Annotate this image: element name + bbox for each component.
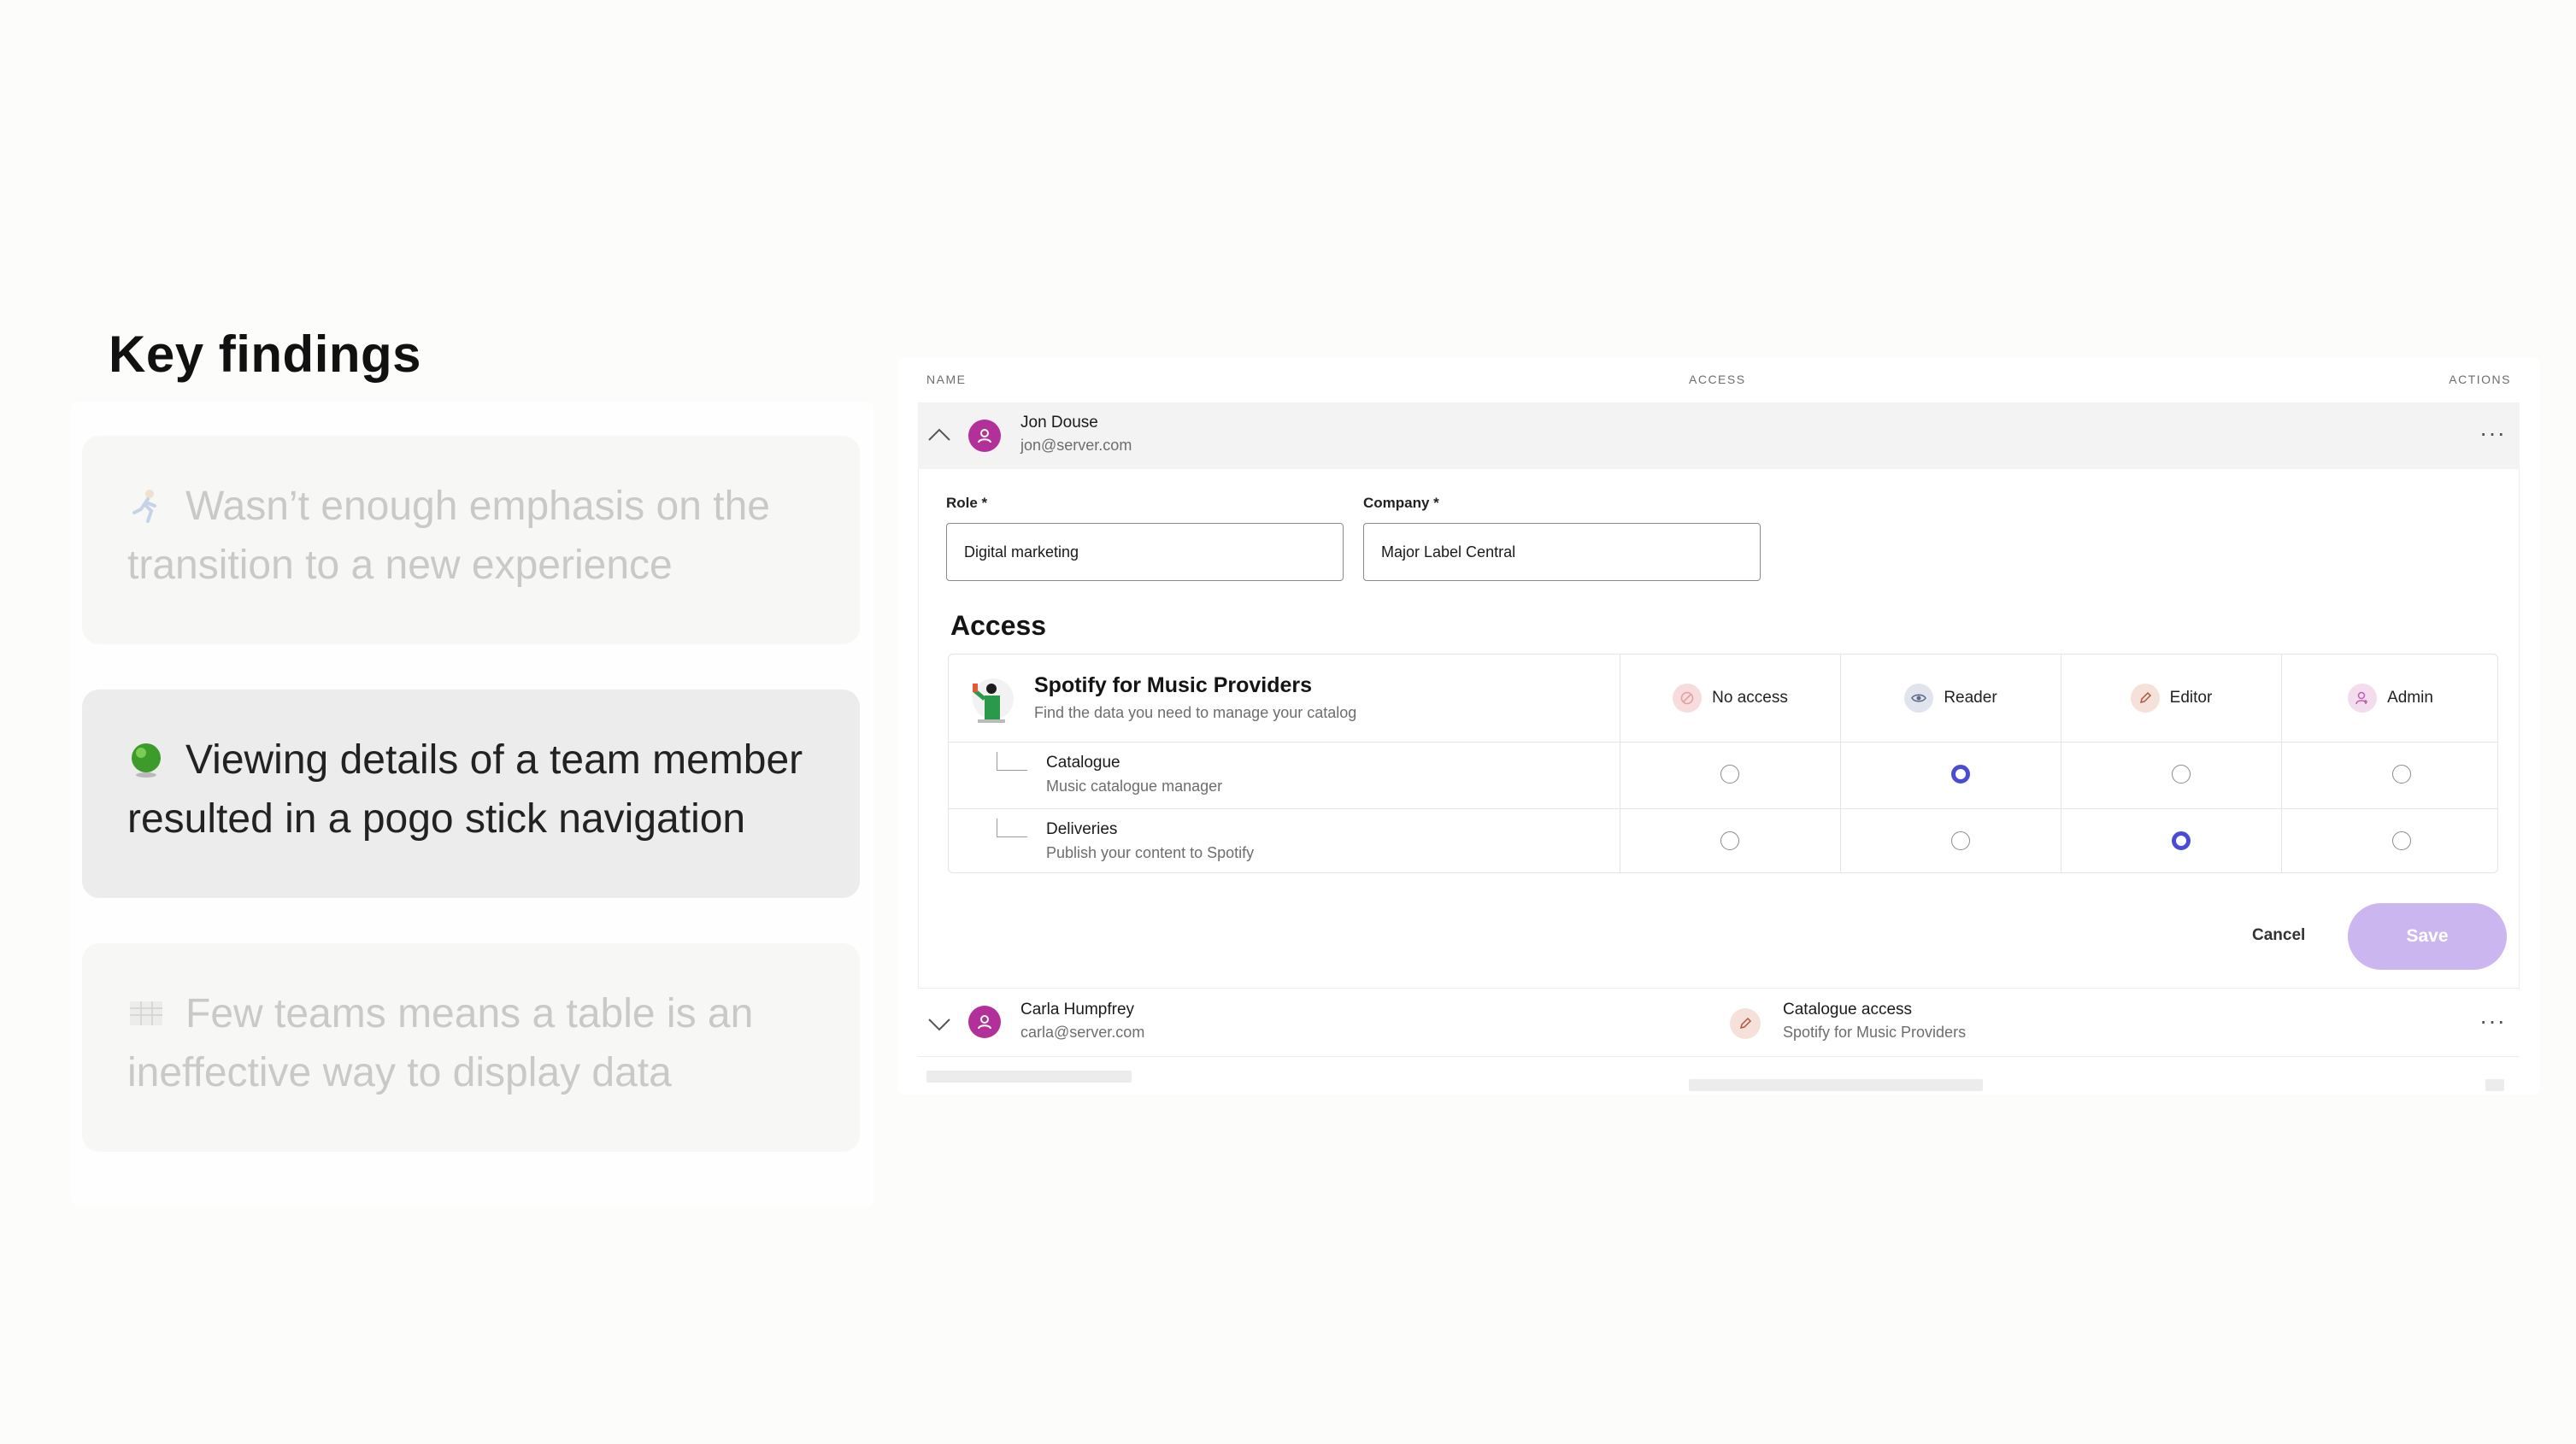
findings-panel: Wasn’t enough emphasis on the transition… <box>71 402 874 1206</box>
level-header-reader: Reader <box>1841 654 2061 742</box>
pencil-icon <box>1730 1008 1761 1039</box>
green-ball-emoji-icon <box>127 741 165 778</box>
table-emoji-icon <box>127 995 165 1032</box>
member-email: jon@server.com <box>1020 437 1132 454</box>
finding-card-pogo-stick[interactable]: Viewing details of a team member resulte… <box>82 690 860 898</box>
product-title: Spotify for Music Providers <box>1034 673 1313 697</box>
avatar <box>968 420 1001 452</box>
chevron-up-icon[interactable] <box>926 423 952 449</box>
skeleton-placeholder <box>2485 1079 2504 1091</box>
access-section-title: Access <box>950 610 1047 641</box>
level-header-no-access: No access <box>1620 654 1840 742</box>
avatar <box>968 1006 1001 1038</box>
table-row-jon-douse[interactable]: Jon Douse jon@server.com ··· <box>918 402 2520 469</box>
no-access-icon <box>1673 684 1703 713</box>
member-email: carla@server.com <box>1020 1024 1145 1041</box>
sub-item-desc: Publish your content to Spotify <box>1046 844 1255 861</box>
column-header-actions: ACTIONS <box>2449 373 2511 386</box>
more-actions-icon[interactable]: ··· <box>2479 421 2506 445</box>
table-row-carla-humpfrey[interactable]: Carla Humpfrey carla@server.com Catalogu… <box>918 989 2520 1057</box>
sub-item-title: Catalogue <box>1046 754 1120 772</box>
access-summary-title: Catalogue access <box>1783 1001 1913 1018</box>
admin-user-icon <box>2348 684 2378 713</box>
access-permissions-grid: Spotify for Music Providers Find the dat… <box>948 654 2498 873</box>
pencil-icon <box>2130 684 2160 713</box>
runner-emoji-icon <box>127 487 165 525</box>
finding-text: Viewing details of a team member resulte… <box>127 737 803 842</box>
level-header-editor: Editor <box>2061 654 2281 742</box>
save-button[interactable]: Save <box>2348 903 2507 970</box>
level-header-admin: Admin <box>2282 654 2499 742</box>
column-header-name[interactable]: NAME <box>926 373 966 386</box>
more-actions-icon[interactable]: ··· <box>2479 1009 2506 1033</box>
finding-card-table[interactable]: Few teams means a table is an ineffectiv… <box>82 943 860 1152</box>
skeleton-placeholder <box>1689 1079 1983 1091</box>
column-header-access[interactable]: ACCESS <box>1689 373 1746 386</box>
eye-icon <box>1904 684 1934 713</box>
sub-item-desc: Music catalogue manager <box>1046 778 1223 795</box>
radio-catalogue-no-access[interactable] <box>1720 765 1739 784</box>
product-subtitle: Find the data you need to manage your ca… <box>1034 704 1357 721</box>
cancel-button[interactable]: Cancel <box>2252 926 2305 945</box>
member-details-form: Role * Digital marketing Company * Major… <box>918 469 2520 989</box>
radio-deliveries-admin[interactable] <box>2392 831 2411 850</box>
product-illustration-icon <box>973 678 1014 723</box>
slide-title: Key findings <box>109 326 422 383</box>
radio-deliveries-editor[interactable] <box>2172 831 2191 850</box>
access-summary-subtitle: Spotify for Music Providers <box>1783 1024 1967 1041</box>
finding-text: Few teams means a table is an ineffectiv… <box>127 991 754 1095</box>
radio-deliveries-no-access[interactable] <box>1720 831 1739 850</box>
role-input[interactable]: Digital marketing <box>946 523 1344 581</box>
company-input[interactable]: Major Label Central <box>1363 523 1761 581</box>
team-members-table: NAME ACCESS ACTIONS Jon Douse jon@server… <box>897 358 2540 1095</box>
sub-item-title: Deliveries <box>1046 820 1118 838</box>
radio-deliveries-reader[interactable] <box>1951 831 1970 850</box>
radio-catalogue-admin[interactable] <box>2392 765 2411 784</box>
company-label: Company * <box>1363 495 1439 511</box>
role-label: Role * <box>946 495 988 511</box>
radio-catalogue-reader[interactable] <box>1951 765 1970 784</box>
radio-catalogue-editor[interactable] <box>2172 765 2191 784</box>
finding-card-transition[interactable]: Wasn’t enough emphasis on the transition… <box>82 436 860 644</box>
skeleton-placeholder <box>926 1071 1132 1083</box>
chevron-down-icon[interactable] <box>926 1011 952 1036</box>
finding-text: Wasn’t enough emphasis on the transition… <box>127 484 770 588</box>
member-name: Carla Humpfrey <box>1020 1001 1135 1018</box>
member-name: Jon Douse <box>1020 414 1098 431</box>
